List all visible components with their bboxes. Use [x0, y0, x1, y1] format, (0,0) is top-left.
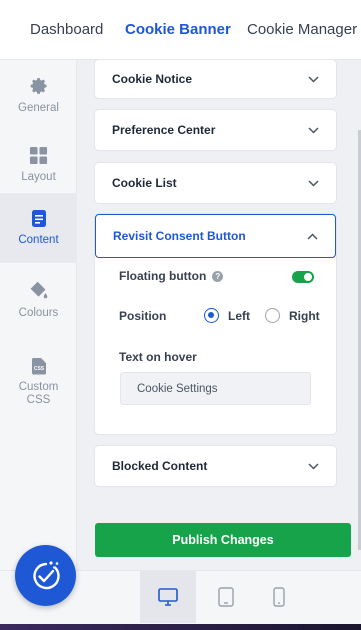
floating-button-row: Floating button ? — [119, 269, 224, 283]
document-icon — [31, 210, 46, 227]
floating-button-label: Floating button — [119, 269, 207, 283]
hover-text-label: Text on hover — [119, 350, 197, 364]
position-left-option[interactable]: Left — [204, 308, 250, 323]
top-nav: Dashboard Cookie Banner Cookie Manager — [0, 0, 361, 60]
section-cookie-notice[interactable]: Cookie Notice — [95, 60, 336, 98]
tab-cookie-manager[interactable]: Cookie Manager — [247, 21, 357, 38]
svg-text:CSS: CSS — [33, 366, 44, 372]
tablet-preview-button[interactable] — [198, 571, 254, 623]
desktop-preview-button[interactable] — [140, 571, 196, 623]
publish-changes-button[interactable]: Publish Changes — [95, 523, 351, 557]
position-right-option[interactable]: Right — [265, 308, 320, 323]
section-title: Cookie Notice — [112, 72, 193, 86]
chevron-down-icon — [306, 459, 320, 473]
mobile-preview-button[interactable] — [251, 571, 307, 623]
sidebar-item-label: Content — [18, 234, 59, 246]
sidebar-item-custom-css[interactable]: CSS Custom CSS — [0, 342, 77, 422]
mobile-icon — [273, 587, 285, 607]
hover-text-input[interactable]: Cookie Settings — [120, 372, 311, 405]
radio-right-label: Right — [289, 308, 320, 323]
section-title: Preference Center — [112, 123, 216, 137]
tab-cookie-banner[interactable]: Cookie Banner — [125, 21, 231, 38]
chevron-down-icon — [306, 123, 320, 137]
sidebar-item-label: Layout — [21, 171, 56, 183]
section-title: Revisit Consent Button — [113, 229, 246, 243]
section-preference-center[interactable]: Preference Center — [95, 110, 336, 150]
section-revisit-consent-button: Revisit Consent Button Floating button ?… — [95, 214, 336, 434]
settings-panel: Cookie Notice Preference Center Cookie L… — [78, 60, 361, 570]
desktop-icon — [158, 588, 178, 606]
cookie-check-icon — [32, 560, 60, 589]
paint-bucket-icon — [30, 281, 48, 299]
section-cookie-list[interactable]: Cookie List — [95, 163, 336, 203]
position-label: Position — [119, 309, 167, 323]
section-blocked-content[interactable]: Blocked Content — [95, 446, 336, 486]
tab-dashboard[interactable]: Dashboard — [30, 21, 103, 38]
sidebar-item-colours[interactable]: Colours — [0, 265, 77, 335]
dock-strip — [0, 624, 361, 630]
section-header[interactable]: Revisit Consent Button — [95, 214, 336, 258]
floating-widget-button[interactable] — [15, 545, 76, 606]
sidebar-item-layout[interactable]: Layout — [0, 130, 77, 200]
tablet-icon — [218, 587, 234, 607]
sidebar-item-label: Custom CSS — [18, 381, 59, 406]
chevron-up-icon — [305, 229, 319, 243]
gear-icon — [30, 77, 46, 94]
sidebar-item-content[interactable]: Content — [0, 193, 77, 263]
chevron-down-icon — [306, 176, 320, 190]
radio-right[interactable] — [265, 308, 280, 323]
radio-left[interactable] — [204, 308, 219, 323]
section-title: Cookie List — [112, 176, 177, 190]
grid-icon — [29, 146, 48, 165]
chevron-down-icon — [306, 72, 320, 86]
radio-left-label: Left — [228, 308, 250, 323]
section-title: Blocked Content — [112, 459, 208, 473]
sidebar-item-label: General — [18, 101, 59, 114]
sidebar: General Layout Content Colours CSS Custo… — [0, 60, 77, 570]
floating-button-toggle[interactable] — [292, 271, 314, 283]
sidebar-item-label: Colours — [18, 307, 59, 319]
css-file-icon: CSS — [31, 358, 46, 375]
sidebar-item-general[interactable]: General — [0, 60, 77, 130]
help-icon[interactable]: ? — [212, 270, 224, 282]
